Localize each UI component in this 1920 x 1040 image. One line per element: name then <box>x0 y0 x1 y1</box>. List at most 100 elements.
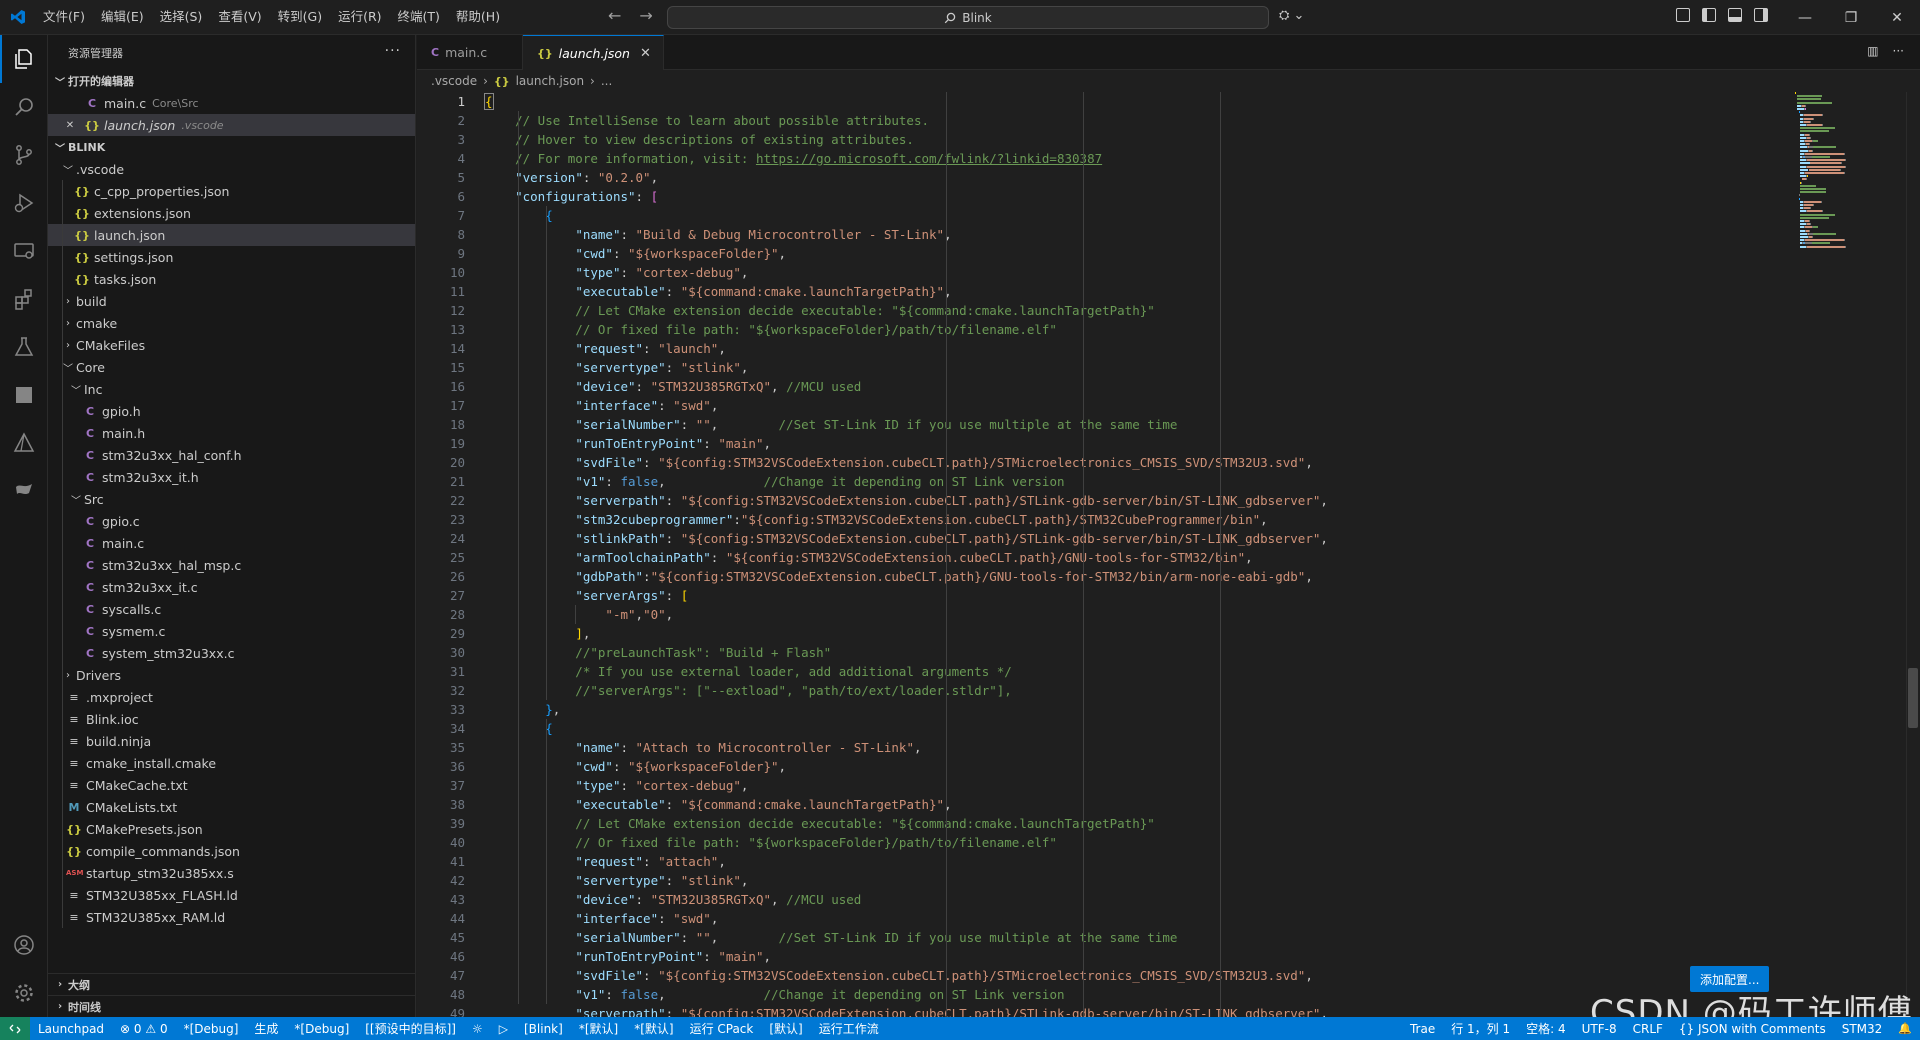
code-line[interactable]: "executable": "${command:cmake.launchTar… <box>485 282 1795 301</box>
code-line[interactable]: "armToolchainPath": "${config:STM32VSCod… <box>485 548 1795 567</box>
status-item-right[interactable]: 空格: 4 <box>1518 1017 1574 1040</box>
tree-file[interactable]: Cmain.c <box>48 532 415 554</box>
tab-launch-json[interactable]: {} launch.json ✕ <box>523 35 664 70</box>
menu-terminal[interactable]: 终端(T) <box>390 4 448 30</box>
code-line[interactable]: "svdFile": "${config:STM32VSCodeExtensio… <box>485 966 1795 985</box>
code-line[interactable]: "type": "cortex-debug", <box>485 776 1795 795</box>
remote-indicator-icon[interactable] <box>0 1017 30 1040</box>
tree-file[interactable]: ≡ STM32U385xx_FLASH.ld <box>48 884 415 906</box>
workspace-header[interactable]: ﹀ BLINK <box>48 136 415 158</box>
customize-layout-icon[interactable] <box>1676 8 1690 22</box>
tab-main-c[interactable]: C main.c <box>417 35 523 70</box>
open-editors-header[interactable]: ﹀ 打开的编辑器 <box>48 70 415 92</box>
tree-folder[interactable]: ﹀ .vscode <box>48 158 415 180</box>
tree-file[interactable]: Csysmem.c <box>48 620 415 642</box>
back-arrow-icon[interactable]: ← <box>608 6 621 25</box>
tree-file[interactable]: ≡ build.ninja <box>48 730 415 752</box>
code-line[interactable]: "servertype": "stlink", <box>485 358 1795 377</box>
code-line[interactable]: "interface": "swd", <box>485 396 1795 415</box>
breadcrumb-file[interactable]: launch.json <box>516 74 584 88</box>
toggle-panel-icon[interactable] <box>1728 8 1742 22</box>
code-line[interactable]: "stm32cubeprogrammer":"${config:STM32VSC… <box>485 510 1795 529</box>
remote-explorer-icon[interactable] <box>0 227 48 275</box>
tree-file[interactable]: ≡ .mxproject <box>48 686 415 708</box>
tree-folder[interactable]: ﹀ Inc <box>48 378 415 400</box>
source-control-icon[interactable] <box>0 131 48 179</box>
more-actions-icon[interactable]: ··· <box>385 43 401 59</box>
explorer-icon[interactable] <box>0 35 48 83</box>
close-icon[interactable]: ✕ <box>640 46 651 61</box>
restore-icon[interactable]: ❐ <box>1828 0 1874 35</box>
tree-file[interactable]: Csyscalls.c <box>48 598 415 620</box>
code-line[interactable]: "type": "cortex-debug", <box>485 263 1795 282</box>
tree-file[interactable]: {} extensions.json <box>48 202 415 224</box>
cmake-icon[interactable] <box>0 419 48 467</box>
tree-file[interactable]: ASM startup_stm32u385xx.s <box>48 862 415 884</box>
tree-file[interactable]: ≡ CMakeCache.txt <box>48 774 415 796</box>
code-line[interactable]: "gdbPath":"${config:STM32VSCodeExtension… <box>485 567 1795 586</box>
code-line[interactable]: "svdFile": "${config:STM32VSCodeExtensio… <box>485 453 1795 472</box>
timeline-header[interactable]: › 时间线 <box>48 995 416 1017</box>
code-line[interactable]: }, <box>485 700 1795 719</box>
account-icon[interactable] <box>0 921 48 969</box>
forward-arrow-icon[interactable]: → <box>639 6 652 25</box>
testing-icon[interactable] <box>0 323 48 371</box>
stm32-icon[interactable] <box>0 467 48 515</box>
code-line[interactable]: "serialNumber": "", //Set ST-Link ID if … <box>485 415 1795 434</box>
tree-file[interactable]: M CMakeLists.txt <box>48 796 415 818</box>
tree-file[interactable]: {} CMakePresets.json <box>48 818 415 840</box>
tree-file[interactable]: Csystem_stm32u3xx.c <box>48 642 415 664</box>
status-item-tools[interactable]: [默认] <box>761 1017 810 1040</box>
status-item-tools[interactable]: *[默认] <box>571 1017 626 1040</box>
menu-run[interactable]: 运行(R) <box>330 4 389 30</box>
tree-file[interactable]: {} settings.json <box>48 246 415 268</box>
code-line[interactable]: "version": "0.2.0", <box>485 168 1795 187</box>
minimize-icon[interactable]: — <box>1782 0 1828 35</box>
code-content[interactable]: { // Use IntelliSense to learn about pos… <box>484 92 1795 1017</box>
status-item-right[interactable]: Trae <box>1402 1017 1443 1040</box>
code-line[interactable]: "runToEntryPoint": "main", <box>485 947 1795 966</box>
code-line[interactable]: //"serverArgs": ["--extload", "path/to/e… <box>485 681 1795 700</box>
code-line[interactable]: // Or fixed file path: "${workspaceFolde… <box>485 833 1795 852</box>
status-item-right[interactable]: {} JSON with Comments <box>1671 1017 1834 1040</box>
code-line[interactable]: "device": "STM32U385RGTxQ", //MCU used <box>485 890 1795 909</box>
code-line[interactable]: "serverpath": "${config:STM32VSCodeExten… <box>485 491 1795 510</box>
open-editor-item[interactable]: C main.c Core\Src <box>48 92 415 114</box>
tree-folder[interactable]: › CMakeFiles <box>48 334 415 356</box>
status-item-right[interactable]: UTF-8 <box>1574 1017 1625 1040</box>
tree-file[interactable]: ≡ STM32U385xx_RAM.ld <box>48 906 415 928</box>
close-icon[interactable]: ✕ <box>62 120 78 131</box>
code-line[interactable]: // Or fixed file path: "${workspaceFolde… <box>485 320 1795 339</box>
status-item-launchpad[interactable]: Launchpad <box>30 1017 112 1040</box>
code-line[interactable]: { <box>485 206 1795 225</box>
code-line[interactable]: "name": "Build & Debug Microcontroller -… <box>485 225 1795 244</box>
menu-selection[interactable]: 选择(S) <box>152 4 211 30</box>
tree-folder[interactable]: › build <box>48 290 415 312</box>
code-line[interactable]: { <box>485 719 1795 738</box>
tree-file[interactable]: ≡ Blink.ioc <box>48 708 415 730</box>
code-line[interactable]: "device": "STM32U385RGTxQ", //MCU used <box>485 377 1795 396</box>
code-line[interactable]: "runToEntryPoint": "main", <box>485 434 1795 453</box>
command-center-search[interactable]: Blink <box>667 6 1269 29</box>
code-line[interactable]: "cwd": "${workspaceFolder}", <box>485 757 1795 776</box>
breadcrumb-folder[interactable]: .vscode <box>431 74 477 88</box>
split-editor-icon[interactable]: ▥ <box>1867 44 1878 58</box>
code-line[interactable]: { <box>484 92 1795 111</box>
minimap[interactable] <box>1795 92 1905 1017</box>
status-item-tools[interactable]: *[Debug] <box>286 1017 357 1040</box>
tree-file[interactable]: ≡ cmake_install.cmake <box>48 752 415 774</box>
menu-edit[interactable]: 编辑(E) <box>93 4 152 30</box>
outline-header[interactable]: › 大纲 <box>48 973 416 995</box>
tree-folder[interactable]: ﹀ Core <box>48 356 415 378</box>
menu-view[interactable]: 查看(V) <box>210 4 269 30</box>
code-line[interactable]: // Let CMake extension decide executable… <box>485 301 1795 320</box>
code-line[interactable]: "v1": false, //Change it depending on ST… <box>485 472 1795 491</box>
code-line[interactable]: "request": "attach", <box>485 852 1795 871</box>
tree-file[interactable]: Cstm32u3xx_hal_conf.h <box>48 444 415 466</box>
menu-help[interactable]: 帮助(H) <box>448 4 508 30</box>
tree-file[interactable]: Cstm32u3xx_hal_msp.c <box>48 554 415 576</box>
status-item-tools[interactable]: *[默认] <box>626 1017 681 1040</box>
menu-file[interactable]: 文件(F) <box>35 4 93 30</box>
tree-folder[interactable]: › Drivers <box>48 664 415 686</box>
status-item-debug[interactable]: ☼ <box>464 1017 491 1040</box>
